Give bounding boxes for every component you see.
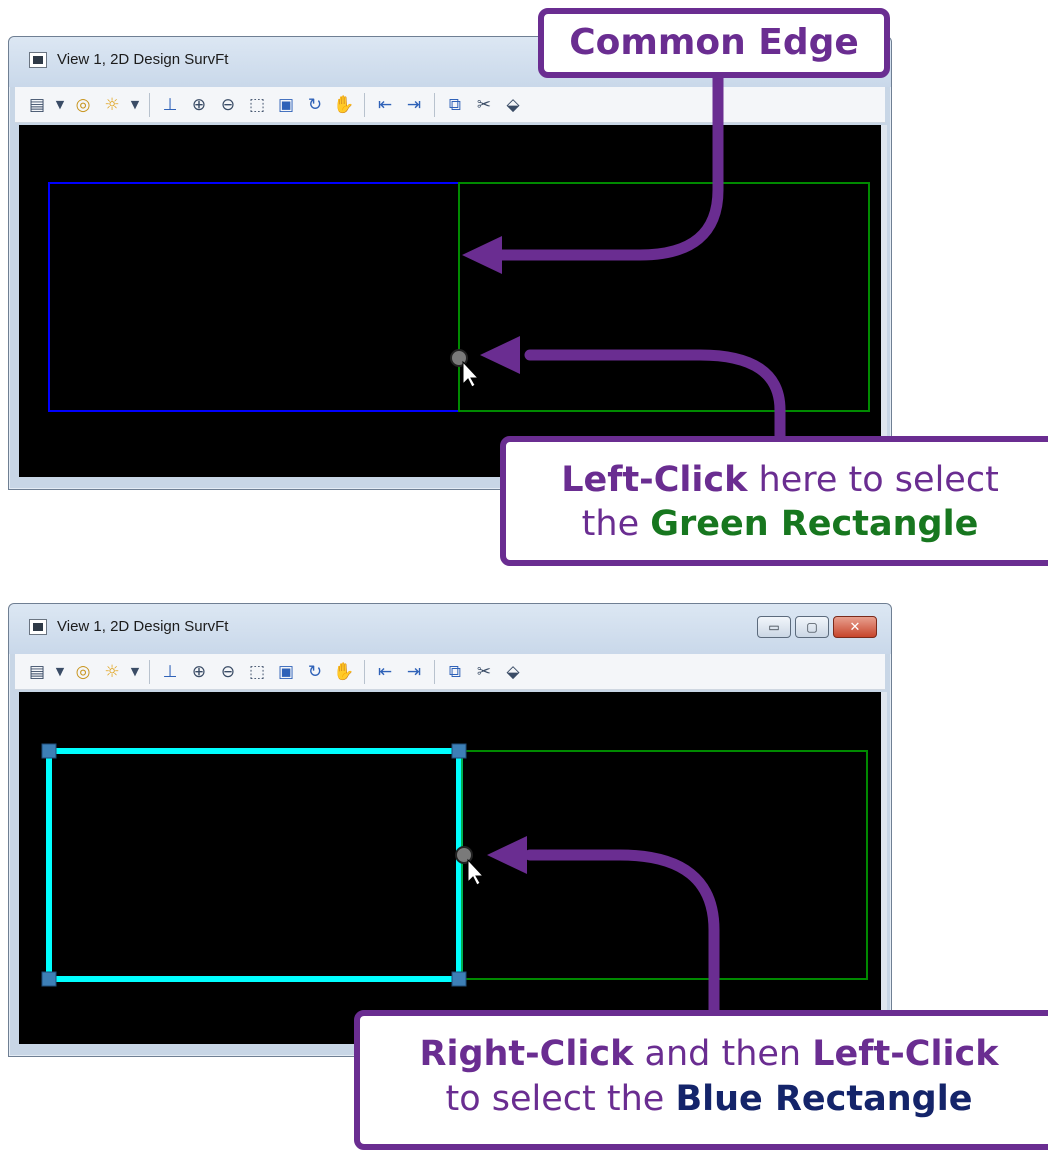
design-canvas[interactable] [19, 692, 883, 1044]
view-window-top: View 1, 2D Design SurvFt ▤ ▼ ◎ ☼ ▼ ⊥ ⊕ ⊖… [8, 36, 892, 490]
callout-text: Common Edge [569, 22, 859, 63]
vertex-handle[interactable] [451, 743, 467, 759]
clip-volume-icon[interactable]: ✂ [472, 93, 496, 117]
green-rectangle[interactable] [458, 182, 870, 412]
toolbar-separator [434, 92, 435, 117]
clip-volume-icon[interactable]: ✂ [472, 660, 496, 684]
toolbar-separator [149, 659, 150, 684]
clip-mask-icon[interactable]: ⬙ [501, 660, 525, 684]
fit-view-icon[interactable]: ▣ [274, 660, 298, 684]
vertex-handle[interactable] [41, 743, 57, 759]
maximize-button[interactable]: ▢ [795, 616, 829, 638]
update-view-icon[interactable]: ⊥ [158, 660, 182, 684]
window-area-icon[interactable]: ⬚ [245, 660, 269, 684]
view-toolbar: ▤ ▼ ◎ ☼ ▼ ⊥ ⊕ ⊖ ⬚ ▣ ↻ ✋ ⇤ ⇥ ⧉ ✂ ⬙ [15, 87, 885, 123]
previous-view-icon[interactable]: ⇤ [373, 660, 397, 684]
zoom-in-icon[interactable]: ⊕ [187, 660, 211, 684]
callout-text: here to select [747, 460, 999, 500]
callout-text: and then [633, 1034, 813, 1074]
toolbar-separator [149, 92, 150, 117]
dropdown-icon[interactable]: ▼ [129, 660, 141, 684]
levels-icon[interactable]: ◎ [71, 660, 95, 684]
view-toolbar: ▤ ▼ ◎ ☼ ▼ ⊥ ⊕ ⊖ ⬚ ▣ ↻ ✋ ⇤ ⇥ ⧉ ✂ ⬙ [15, 654, 885, 690]
dropdown-icon[interactable]: ▼ [129, 93, 141, 117]
left-click-label: Left-Click [561, 460, 748, 500]
vertex-handle[interactable] [41, 971, 57, 987]
callout-line-2: to select the Blue Rectangle [360, 1077, 1048, 1122]
callout-line-1: Right-Click and then Left-Click [360, 1032, 1048, 1077]
levels-icon[interactable]: ◎ [71, 93, 95, 117]
window-title: View 1, 2D Design SurvFt [57, 618, 229, 635]
callout-text: to select the [445, 1079, 676, 1119]
canvas-drawing [48, 182, 870, 412]
window-icon [29, 619, 47, 635]
callout-line-2: the Green Rectangle [506, 502, 1048, 546]
title-bar[interactable]: View 1, 2D Design SurvFt ▭ ▢ ✕ [9, 604, 891, 654]
copy-view-icon[interactable]: ⧉ [443, 93, 467, 117]
callout-right-click: Right-Click and then Left-Click to selec… [354, 1010, 1048, 1150]
callout-common-edge: Common Edge [538, 8, 890, 78]
fit-view-icon[interactable]: ▣ [274, 93, 298, 117]
scroll-track[interactable] [881, 125, 887, 477]
previous-view-icon[interactable]: ⇤ [373, 93, 397, 117]
clip-mask-icon[interactable]: ⬙ [501, 93, 525, 117]
lighting-icon[interactable]: ☼ [100, 660, 124, 684]
callout-line-1: Left-Click here to select [506, 458, 1048, 502]
minimize-button[interactable]: ▭ [757, 616, 791, 638]
green-rectangle-label: Green Rectangle [650, 504, 979, 544]
zoom-out-icon[interactable]: ⊖ [216, 660, 240, 684]
vertex-handle[interactable] [451, 971, 467, 987]
blue-rectangle-label: Blue Rectangle [675, 1079, 973, 1119]
pan-view-icon[interactable]: ✋ [332, 93, 356, 117]
next-view-icon[interactable]: ⇥ [402, 93, 426, 117]
lighting-icon[interactable]: ☼ [100, 93, 124, 117]
mouse-cursor-icon [462, 360, 480, 388]
window-title: View 1, 2D Design SurvFt [57, 51, 229, 68]
copy-view-icon[interactable]: ⧉ [443, 660, 467, 684]
dropdown-icon[interactable]: ▼ [54, 660, 66, 684]
dropdown-icon[interactable]: ▼ [54, 93, 66, 117]
blue-rectangle[interactable] [48, 182, 460, 412]
blue-rectangle-highlighted[interactable] [46, 748, 462, 982]
toolbar-separator [434, 659, 435, 684]
zoom-out-icon[interactable]: ⊖ [216, 93, 240, 117]
view-window-bottom: View 1, 2D Design SurvFt ▭ ▢ ✕ ▤ ▼ ◎ ☼ ▼… [8, 603, 892, 1057]
callout-left-click: Left-Click here to select the Green Rect… [500, 436, 1048, 566]
callout-text: the [581, 504, 651, 544]
cursor-snap-indicator [455, 846, 473, 864]
zoom-in-icon[interactable]: ⊕ [187, 93, 211, 117]
left-click-label: Left-Click [812, 1034, 999, 1074]
window-icon [29, 52, 47, 68]
toolbar-separator [364, 92, 365, 117]
pan-view-icon[interactable]: ✋ [332, 660, 356, 684]
toolbar-separator [364, 659, 365, 684]
close-button[interactable]: ✕ [833, 616, 877, 638]
rotate-view-icon[interactable]: ↻ [303, 93, 327, 117]
scroll-track[interactable] [881, 692, 887, 1044]
next-view-icon[interactable]: ⇥ [402, 660, 426, 684]
update-view-icon[interactable]: ⊥ [158, 93, 182, 117]
canvas-drawing [41, 743, 868, 987]
view-attributes-icon[interactable]: ▤ [25, 93, 49, 117]
window-area-icon[interactable]: ⬚ [245, 93, 269, 117]
caption-buttons: ▭ ▢ ✕ [757, 616, 877, 640]
design-canvas[interactable] [19, 125, 883, 477]
view-attributes-icon[interactable]: ▤ [25, 660, 49, 684]
mouse-cursor-icon [467, 858, 485, 886]
green-rectangle[interactable] [458, 750, 868, 980]
right-click-label: Right-Click [419, 1034, 634, 1074]
rotate-view-icon[interactable]: ↻ [303, 660, 327, 684]
